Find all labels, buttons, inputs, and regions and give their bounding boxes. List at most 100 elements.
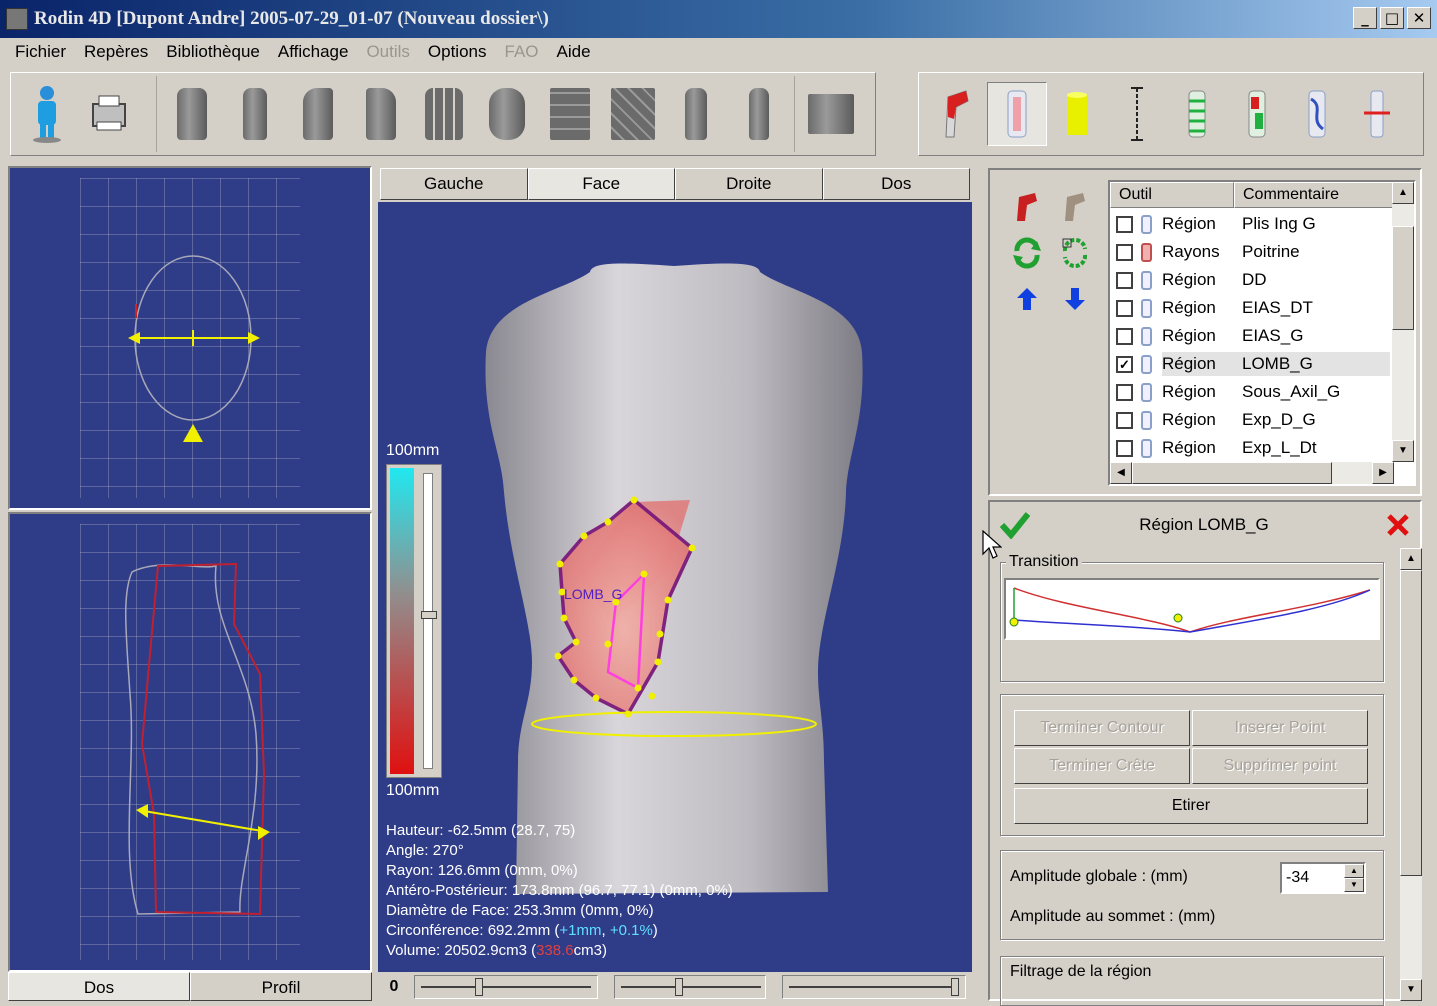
menu-biblioth-que[interactable]: Bibliothèque [157,42,269,62]
region-gray-icon[interactable] [1058,190,1092,224]
row-checkbox[interactable] [1116,299,1133,317]
scroll-right-arrow[interactable]: ▶ [1372,462,1394,484]
row-outil: Région [1162,354,1216,373]
props-scroll-down-arrow[interactable]: ▼ [1400,979,1422,1001]
transition-curve-editor[interactable] [1004,578,1380,640]
row-checkbox[interactable] [1116,383,1133,401]
shape-base-icon[interactable] [801,82,861,146]
supprimer-point-button[interactable]: Supprimer point [1192,748,1368,784]
row-checkbox[interactable] [1116,243,1133,261]
top-view[interactable] [8,166,372,510]
list-item[interactable]: Région Sous_Axil_G [1110,378,1392,406]
scroll-left-arrow[interactable]: ◀ [1110,462,1132,484]
props-scroll-thumb[interactable] [1400,570,1422,876]
inserer-point-button[interactable]: Inserer Point [1192,710,1368,746]
column-commentaire[interactable]: Commentaire [1234,182,1394,208]
list-item[interactable]: Rayons Poitrine [1110,238,1392,266]
list-item[interactable]: Région EIAS_DT [1110,294,1392,322]
shape-side-icon[interactable] [289,82,348,146]
amplitude-globale-value[interactable]: -34 [1282,869,1344,887]
menu-aide[interactable]: Aide [548,42,600,62]
side-view[interactable] [8,512,372,972]
tab-gauche[interactable]: Gauche [380,168,528,200]
shape-narrow-icon[interactable] [666,82,725,146]
scale-slider[interactable] [423,473,433,769]
cancel-x-icon[interactable] [1386,513,1410,542]
shape-front-icon[interactable] [163,82,222,146]
printer-icon[interactable] [79,82,139,146]
menu-affichage[interactable]: Affichage [269,42,358,62]
list-item[interactable]: Région Exp_D_G [1110,406,1392,434]
list-item[interactable]: Région Exp_L_Dt [1110,434,1392,462]
etirer-button[interactable]: Etirer [1014,788,1368,824]
menu-fichier[interactable]: Fichier [6,42,75,62]
hscroll-thumb[interactable] [1132,462,1332,484]
props-scroll-up-arrow[interactable]: ▲ [1400,548,1422,570]
properties-scrollbar[interactable]: ▲ ▼ [1400,548,1422,1001]
menu-outils[interactable]: Outils [357,42,418,62]
region-red-icon[interactable] [1010,190,1044,224]
tab-face[interactable]: Face [527,168,675,200]
marker-tool-icon[interactable] [1227,82,1287,146]
menu-fao[interactable]: FAO [496,42,548,62]
tab-dos-3d[interactable]: Dos [822,168,970,200]
region-tool-icon[interactable] [927,82,987,146]
3d-view[interactable]: LOMB_G 100mm 100mm Hauteur: -62.5mm (28.… [378,202,972,972]
scale-slider-thumb[interactable] [421,611,437,619]
list-item[interactable]: Région Plis Ing G [1110,210,1392,238]
band-tool-icon[interactable] [987,82,1047,146]
shape-split-icon[interactable] [415,82,474,146]
slider-3[interactable] [782,975,966,999]
row-commentaire: Sous_Axil_G [1242,382,1341,401]
minimize-button[interactable]: _ [1353,7,1377,29]
maximize-button[interactable]: □ [1380,7,1404,29]
row-checkbox[interactable] [1116,327,1133,345]
row-checkbox[interactable] [1116,215,1133,233]
validate-check-icon[interactable] [999,511,1031,544]
twist-tool-icon[interactable] [1287,82,1347,146]
spin-down-arrow[interactable]: ▼ [1344,878,1364,892]
close-button[interactable]: ✕ [1407,7,1431,29]
row-checkbox[interactable] [1116,411,1133,429]
tab-profil[interactable]: Profil [190,972,372,1001]
shape-side2-icon[interactable] [352,82,411,146]
row-checkbox[interactable] [1116,439,1133,457]
tab-droite[interactable]: Droite [675,168,823,200]
measure-tool-icon[interactable] [1107,82,1167,146]
list-item[interactable]: ✓ Région LOMB_G [1110,350,1392,378]
cylinder-tool-icon[interactable] [1047,82,1107,146]
row-checkbox[interactable] [1116,271,1133,289]
cut-tool-icon[interactable] [1347,82,1407,146]
amplitude-globale-label: Amplitude globale : (mm) [1010,868,1188,885]
menu-rep-res[interactable]: Repères [75,42,157,62]
refresh-icon[interactable] [1010,236,1044,270]
terminer-contour-button[interactable]: Terminer Contour [1014,710,1190,746]
row-checkbox[interactable]: ✓ [1116,355,1133,373]
slider-2[interactable] [614,975,766,999]
refresh-select-icon[interactable] [1058,236,1092,270]
spin-up-arrow[interactable]: ▲ [1344,864,1364,878]
amplitude-globale-stepper[interactable]: -34 ▲ ▼ [1280,862,1366,894]
shape-narrow2-icon[interactable] [729,82,788,146]
slider-1[interactable] [414,975,598,999]
arrow-up-icon[interactable] [1010,282,1044,316]
terminer-crete-button[interactable]: Terminer Crête [1014,748,1190,784]
list-item[interactable]: Région DD [1110,266,1392,294]
list-horizontal-scrollbar[interactable]: ◀ ▶ [1110,462,1394,484]
tab-dos[interactable]: Dos [8,972,190,1001]
shape-pieces2-icon[interactable] [603,82,662,146]
scroll-thumb[interactable] [1392,226,1414,330]
info-rayon: Rayon: 126.6mm (0mm, 0%) [386,862,578,879]
list-vertical-scrollbar[interactable]: ▲ ▼ [1392,182,1414,462]
arrow-down-icon[interactable] [1058,282,1092,316]
list-item[interactable]: Région EIAS_G [1110,322,1392,350]
ring-tool-icon[interactable] [1167,82,1227,146]
person-icon[interactable] [17,82,77,146]
shape-rotate-icon[interactable] [478,82,537,146]
scroll-down-arrow[interactable]: ▼ [1392,440,1414,462]
menu-options[interactable]: Options [419,42,496,62]
scroll-up-arrow[interactable]: ▲ [1392,182,1414,204]
column-outil[interactable]: Outil [1110,182,1234,208]
shape-back-icon[interactable] [226,82,285,146]
shape-pieces-icon[interactable] [540,82,599,146]
